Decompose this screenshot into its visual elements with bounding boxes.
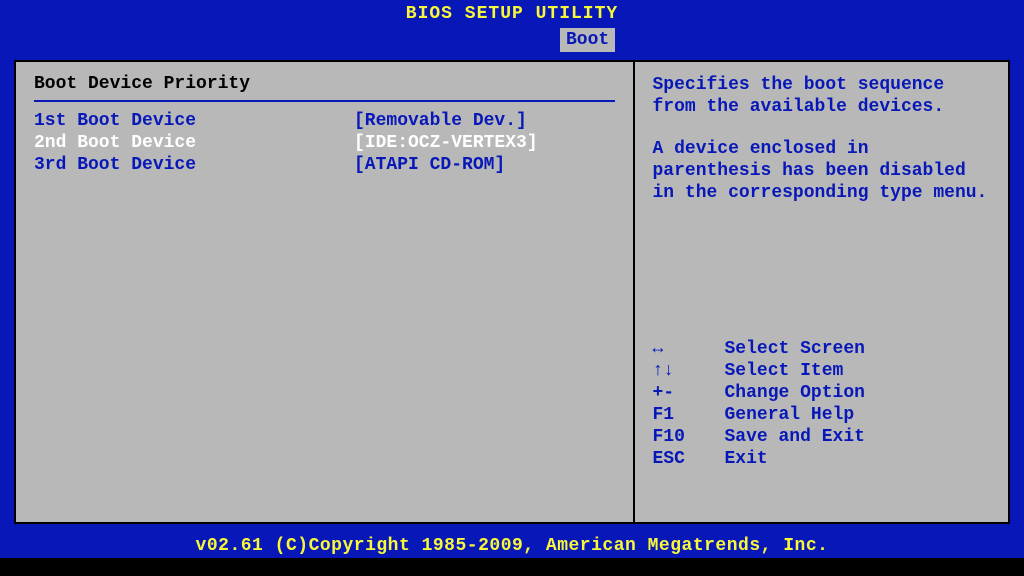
boot-device-row-2[interactable]: 2nd Boot Device[IDE:OCZ-VERTEX3] bbox=[34, 132, 615, 154]
key-symbol: ↔ bbox=[653, 338, 725, 360]
help-panel: Specifies the boot sequence from the ava… bbox=[635, 60, 1011, 524]
key-description: General Help bbox=[725, 404, 855, 426]
boot-device-label: 1st Boot Device bbox=[34, 110, 354, 132]
key-hint-row: ↑↓Select Item bbox=[653, 360, 991, 382]
key-symbol: ↑↓ bbox=[653, 360, 725, 382]
section-divider bbox=[34, 100, 615, 102]
boot-device-value[interactable]: [ATAPI CD-ROM] bbox=[354, 154, 505, 176]
boot-device-value[interactable]: [IDE:OCZ-VERTEX3] bbox=[354, 132, 538, 154]
boot-device-row-1[interactable]: 1st Boot Device[Removable Dev.] bbox=[34, 110, 615, 132]
key-hint-row: F10Save and Exit bbox=[653, 426, 991, 448]
key-hint-row: F1General Help bbox=[653, 404, 991, 426]
boot-device-row-3[interactable]: 3rd Boot Device[ATAPI CD-ROM] bbox=[34, 154, 615, 176]
section-title: Boot Device Priority bbox=[34, 74, 615, 94]
key-hint-row: ESCExit bbox=[653, 448, 991, 470]
bios-title: BIOS SETUP UTILITY bbox=[0, 0, 1024, 28]
copyright-footer: v02.61 (C)Copyright 1985-2009, American … bbox=[0, 534, 1024, 558]
key-symbol: ESC bbox=[653, 448, 725, 470]
key-hint-row: +-Change Option bbox=[653, 382, 991, 404]
key-symbol: F10 bbox=[653, 426, 725, 448]
boot-device-list: 1st Boot Device[Removable Dev.]2nd Boot … bbox=[34, 110, 615, 176]
help-text-2: A device enclosed in parenthesis has bee… bbox=[653, 138, 991, 204]
help-text-1: Specifies the boot sequence from the ava… bbox=[653, 74, 991, 118]
key-symbol: F1 bbox=[653, 404, 725, 426]
key-symbol: +- bbox=[653, 382, 725, 404]
key-description: Select Screen bbox=[725, 338, 865, 360]
key-description: Change Option bbox=[725, 382, 865, 404]
boot-device-label: 2nd Boot Device bbox=[34, 132, 354, 154]
tab-row: Boot bbox=[0, 28, 1024, 52]
key-hint-row: ↔Select Screen bbox=[653, 338, 991, 360]
key-legend: ↔Select Screen↑↓Select Item+-Change Opti… bbox=[653, 338, 991, 470]
boot-device-label: 3rd Boot Device bbox=[34, 154, 354, 176]
boot-device-value[interactable]: [Removable Dev.] bbox=[354, 110, 527, 132]
tab-boot[interactable]: Boot bbox=[560, 28, 615, 52]
key-description: Exit bbox=[725, 448, 768, 470]
bottom-bar bbox=[0, 558, 1024, 576]
key-description: Save and Exit bbox=[725, 426, 865, 448]
key-description: Select Item bbox=[725, 360, 844, 382]
boot-priority-panel: Boot Device Priority 1st Boot Device[Rem… bbox=[14, 60, 635, 524]
